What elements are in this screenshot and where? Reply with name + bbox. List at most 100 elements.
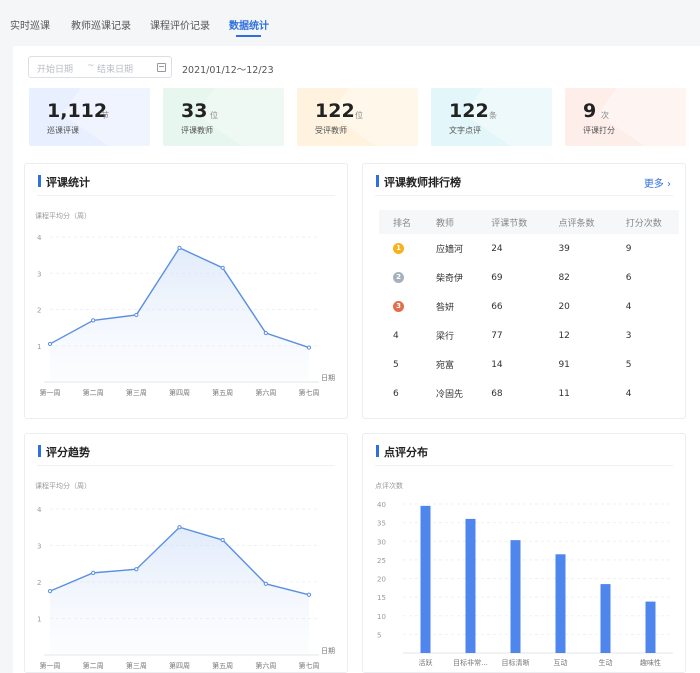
data-point [220,537,225,543]
start-date-input[interactable]: 开始日期 [37,62,73,75]
date-separator: ~ [87,61,95,71]
table-row[interactable]: 4 梁行 77 12 3 [379,321,679,350]
table-row[interactable]: 3 昝妍 66 20 4 [379,292,679,321]
data-point [177,245,182,250]
x-tick-label: 目标清晰 [502,658,530,667]
x-tick-label: 第五周 [212,661,233,670]
y-tick-label: 1 [37,343,41,351]
comment-count: 82 [558,272,570,283]
y-tick-label: 15 [377,594,386,602]
end-date-input[interactable]: 结束日期 [97,62,133,75]
panel-evaluation-stats: 评课统计 课程平均分（周） 1 2 3 4 第一周 第二周 第三周 第四周 第五周 第六周 第七周 日期 [24,163,348,419]
x-tick-label: 趣味性 [640,658,661,667]
stat-unit: 条 [489,111,497,120]
y-tick-label: 25 [377,557,386,565]
data-point [134,567,139,572]
teacher-name: 昝妍 [436,303,455,313]
stat-card-evaluated-teachers: 122 位 受评教师 [297,88,418,146]
y-tick-label: 1 [37,616,41,624]
calendar-icon[interactable] [157,63,166,72]
comment-count: 12 [558,330,570,341]
teacher-name: 冷固先 [436,390,464,400]
silver-medal-icon: 2 [393,272,404,283]
y-tick-label: 30 [377,538,386,546]
x-tick-label: 第六周 [255,661,276,670]
comment-count: 39 [558,243,570,254]
tab-realtime-patrol[interactable]: 实时巡课 [10,17,50,32]
lesson-count: 68 [491,388,503,399]
col-header-teacher: 教师 [422,210,478,234]
table-header-row: 排名 教师 评课节数 点评条数 打分次数 [379,210,679,234]
tab-teacher-patrol-records[interactable]: 教师巡课记录 [71,17,131,32]
more-link[interactable]: 更多 › [644,175,671,190]
teacher-name: 柴奇伊 [436,274,464,284]
panel-score-trend: 评分趋势 课程平均分（周） 1 2 3 4 第一周 第二周 第三周 第四周 第五周 第六周 第七周 日期 [24,433,348,673]
stat-card-text-comments: 122 条 文字点评 [431,88,552,146]
data-point [177,525,182,530]
x-tick-label: 第四周 [169,388,190,397]
x-tick-label: 第七周 [299,388,320,397]
col-header-rank: 排名 [379,210,423,234]
stat-label: 文字点评 [449,126,481,135]
y-tick-label: 4 [37,506,42,514]
area-fill [50,527,309,655]
x-tick-label: 第三周 [126,388,147,397]
x-axis-label: 日期 [321,374,335,382]
score-count: 6 [625,272,632,283]
stat-label: 评课打分 [583,126,615,135]
teacher-name: 梁行 [436,332,455,342]
gold-medal-icon: 1 [393,243,404,254]
tab-data-statistics[interactable]: 数据统计 [229,17,269,32]
comment-count: 20 [558,301,570,312]
data-point [47,341,53,347]
data-point [263,581,268,586]
y-tick-label: 5 [377,631,381,639]
card-decoration [598,88,686,146]
stat-value: 1,112 [47,100,108,122]
data-point [306,345,312,350]
x-tick-label: 目标非常... [453,658,488,667]
stat-unit: 位 [355,111,363,120]
table-row[interactable]: 1 应嫱河 24 39 9 [379,234,679,263]
date-range-picker[interactable]: 开始日期 ~ 结束日期 [28,56,172,78]
y-tick-label: 2 [37,307,41,315]
col-header-scores: 打分次数 [611,210,679,234]
lesson-count: 77 [491,330,503,341]
rank-number: 5 [393,359,399,370]
stat-value: 122 [449,100,489,122]
table-row[interactable]: 6 冷固先 68 11 4 [379,379,679,408]
x-tick-label: 第一周 [40,661,61,670]
bar [420,505,431,653]
data-point [134,312,139,318]
stat-label: 巡课评课 [47,126,79,135]
rank-number: 4 [393,330,399,341]
ranking-table: 排名 教师 评课节数 点评条数 打分次数 1 应嫱河 24 39 9 2 柴奇伊… [379,210,679,408]
y-tick-label: 4 [37,234,42,242]
lesson-count: 14 [491,359,503,370]
table-row[interactable]: 5 宛富 14 91 5 [379,350,679,379]
bar [600,584,611,653]
bar-chart-comment-distribution: 点评次数 5 10 15 20 25 30 35 40 活跃 目标非常... 目标清晰 互动 生动 趣味性 [375,481,673,667]
y-tick-label: 35 [377,520,386,528]
y-tick-label: 2 [37,579,41,587]
y-axis-label: 课程平均分（周） [35,481,91,490]
tab-course-evaluation-records[interactable]: 课程评价记录 [150,17,210,32]
x-tick-label: 第四周 [169,661,190,670]
teacher-name: 宛富 [436,361,455,371]
y-axis-label: 课程平均分（周） [35,211,91,220]
col-header-comments: 点评条数 [544,210,612,234]
panel-teacher-ranking: 评课教师排行榜 更多 › 排名 教师 评课节数 点评条数 打分次数 1 应嫱河 … [362,163,686,419]
stat-unit: 节 [101,111,109,120]
comment-count: 91 [558,359,570,370]
panel-title: 评课教师排行榜 [376,174,461,190]
y-axis-label: 点评次数 [375,481,403,490]
stat-card-evaluating-teachers: 33 位 评课教师 [163,88,284,146]
lesson-count: 66 [491,301,503,312]
y-tick-label: 40 [377,501,386,509]
table-row[interactable]: 2 柴奇伊 69 82 6 [379,263,679,292]
bar [555,554,566,653]
stat-value: 33 [181,100,208,122]
chevron-right-icon: › [667,179,671,190]
score-count: 4 [625,388,632,399]
y-tick-label: 10 [377,613,386,621]
